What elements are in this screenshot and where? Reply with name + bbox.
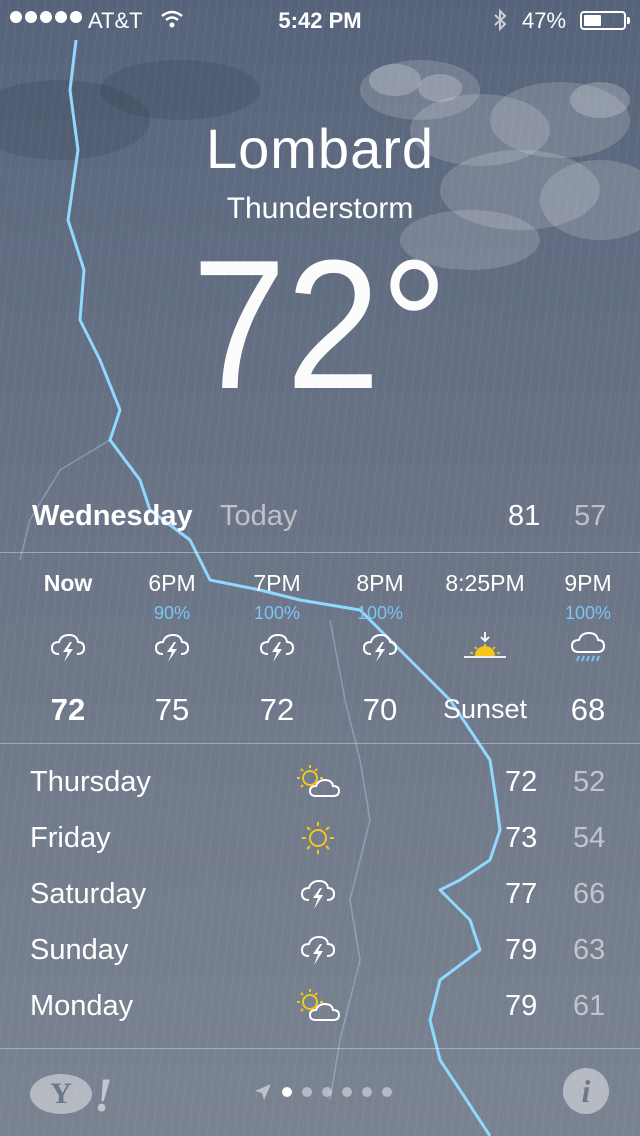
- day-high: 77: [505, 878, 538, 910]
- hourly-item: 9PM 100% 68: [533, 556, 640, 742]
- hour-precip: 100%: [356, 603, 404, 623]
- info-button[interactable]: i: [563, 1068, 609, 1114]
- hour-precip: 90%: [153, 603, 191, 623]
- thunderstorm-icon: [300, 879, 336, 909]
- day-name: Friday: [30, 822, 111, 854]
- hourly-item: 8PM 100% 70: [325, 556, 435, 742]
- day-name: Thursday: [30, 766, 151, 798]
- page-dot: [342, 1087, 352, 1097]
- hourly-item: Now 72: [13, 556, 123, 742]
- thunderstorm-icon: [50, 633, 86, 662]
- hour-temp: 68: [570, 692, 606, 727]
- status-bar: AT&T 5:42 PM 47%: [0, 0, 640, 40]
- hourly-item: 6PM 90% 75: [117, 556, 227, 742]
- day-high: 72: [505, 766, 538, 798]
- daily-row: Friday 73 54: [0, 810, 640, 866]
- day-high: 79: [505, 990, 538, 1022]
- hour-time: Now: [43, 570, 93, 596]
- hour-precip: 100%: [253, 603, 301, 623]
- today-label: Today: [220, 500, 298, 532]
- yahoo-logo: Y: [50, 1077, 72, 1110]
- day-low: 66: [573, 878, 606, 910]
- day-low: 52: [573, 766, 606, 798]
- page-dot: [282, 1087, 292, 1097]
- rain-icon: [570, 631, 606, 662]
- hour-time: 8:25PM: [445, 570, 525, 596]
- footer-toolbar: Y ! i: [0, 1048, 640, 1136]
- page-indicator[interactable]: [254, 1082, 392, 1102]
- thunderstorm-icon: [300, 935, 336, 965]
- battery-icon: [580, 11, 630, 30]
- daily-row: Sunday 79 63: [0, 922, 640, 978]
- yahoo-logo-button[interactable]: Y !: [30, 1069, 114, 1122]
- thunderstorm-icon: [154, 633, 190, 662]
- today-row[interactable]: Wednesday Today 81 57: [0, 496, 640, 540]
- yahoo-logo-exclamation: !: [94, 1069, 113, 1122]
- divider: [0, 552, 640, 553]
- hour-temp: 70: [362, 692, 398, 727]
- divider: [0, 743, 640, 744]
- hour-precip: 100%: [564, 603, 612, 623]
- partly-sunny-icon: [297, 765, 341, 797]
- hour-temp: 75: [154, 692, 190, 727]
- daily-row: Saturday 77 66: [0, 866, 640, 922]
- today-day: Wednesday: [32, 500, 193, 532]
- day-low: 54: [573, 822, 606, 854]
- hour-temp: 72: [50, 692, 86, 727]
- sunny-icon: [302, 822, 334, 854]
- sunset-icon: [464, 632, 506, 658]
- today-high: 81: [508, 500, 541, 532]
- current-temperature: 72°: [192, 221, 448, 427]
- hourly-item: 8:25PM Sunset: [430, 556, 540, 742]
- day-low: 63: [573, 934, 606, 966]
- page-dot: [322, 1087, 332, 1097]
- hour-time: 9PM: [564, 570, 612, 596]
- daily-row: Thursday 72 52: [0, 754, 640, 810]
- day-high: 79: [505, 934, 538, 966]
- day-name: Monday: [30, 990, 134, 1022]
- thunderstorm-icon: [362, 633, 398, 662]
- day-name: Sunday: [30, 934, 129, 966]
- page-dot: [362, 1087, 372, 1097]
- battery-percent: 47%: [522, 8, 567, 33]
- hour-time: 8PM: [356, 570, 404, 596]
- day-name: Saturday: [30, 878, 147, 910]
- partly-sunny-icon: [297, 989, 341, 1021]
- day-low: 61: [573, 990, 606, 1022]
- hour-time: 7PM: [253, 570, 301, 596]
- bluetooth-icon: [494, 8, 507, 32]
- hour-temp: 72: [259, 692, 295, 727]
- hour-time: 6PM: [148, 570, 196, 596]
- city-name: Lombard: [205, 117, 435, 180]
- day-high: 73: [505, 822, 538, 854]
- today-low: 57: [574, 500, 607, 532]
- hourly-forecast[interactable]: Now 72 6PM 90% 75 7PM 100% 72 8PM 100% 7…: [0, 556, 640, 742]
- page-dot: [302, 1087, 312, 1097]
- location-arrow-icon: [255, 1084, 271, 1100]
- hourly-item: 7PM 100% 72: [222, 556, 332, 742]
- daily-row: Monday 79 61: [0, 978, 640, 1034]
- page-dot: [382, 1087, 392, 1097]
- thunderstorm-icon: [259, 633, 295, 662]
- hour-temp: Sunset: [442, 694, 528, 724]
